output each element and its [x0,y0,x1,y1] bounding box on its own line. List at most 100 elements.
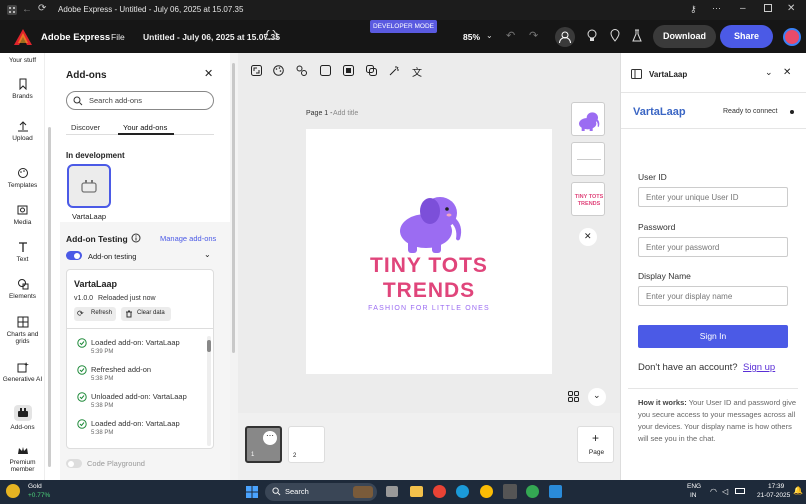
info-icon[interactable] [131,233,141,243]
document-title[interactable]: Untitled - July 06, 2025 at 15.07.35 [143,32,280,42]
frame-icon[interactable] [343,65,354,76]
password-field[interactable]: Enter your password [638,237,788,257]
download-button[interactable]: Download [653,25,716,48]
chrome-alt-icon[interactable] [526,485,539,498]
taskbar-search[interactable]: Search [265,483,377,501]
minimize-icon[interactable]: – [740,3,746,14]
collapse-chevron-icon[interactable]: ⌄ [204,250,211,259]
code-playground-toggle[interactable] [66,459,82,468]
square-icon[interactable] [320,65,331,76]
app-menu-icon[interactable] [6,4,18,16]
thumbnail-elephant[interactable] [571,102,605,136]
clock-time[interactable]: 17:39 [768,483,784,490]
card-divider [67,328,213,329]
clear-data-button[interactable]: Clear data [121,307,171,321]
rail-text[interactable]: Text [0,241,45,263]
panel-scrollbar[interactable] [48,127,51,467]
more-icon[interactable]: ⋯ [712,3,721,14]
back-icon[interactable]: ← [22,4,32,15]
add-title-link[interactable]: Add title [333,110,358,117]
templates-icon [17,168,28,178]
rail-charts-and-grids[interactable]: Charts and grids [0,316,45,345]
window-title-bar: ← ⟳ Adobe Express - Untitled - July 06, … [0,0,806,20]
notification-bell-icon[interactable]: 🔔 [793,486,803,495]
chrome-icon[interactable] [433,485,446,498]
maximize-icon[interactable] [764,4,772,12]
volume-icon[interactable]: ◁ [722,487,728,496]
adobe-express-taskbar-icon[interactable] [503,484,517,499]
gold-label[interactable]: Gold [28,483,42,490]
zoom-chevron-icon[interactable]: ⌄ [486,31,493,40]
addon-tile-vartalaap[interactable] [67,164,111,208]
rail-add-ons[interactable]: Add-ons [0,405,45,431]
lang-code[interactable]: ENG [687,483,701,490]
thumbnail-text[interactable]: TINY TOTS TRENDS [571,182,605,216]
close-panel-icon[interactable]: ✕ [204,67,213,80]
clock-date: 21-07-2025 [757,492,791,499]
reload-icon[interactable]: ⟳ [38,3,46,14]
battery-icon[interactable] [735,488,745,494]
invite-user-icon[interactable] [555,27,575,47]
undo-icon[interactable]: ↶ [506,29,515,42]
rail-media[interactable]: Media [0,204,45,226]
refresh-button[interactable]: ⟳ Refresh [74,307,116,321]
tab-discover[interactable]: Discover [71,123,100,132]
palette-icon[interactable] [273,65,284,76]
panel-divider[interactable] [230,53,238,480]
translate-icon[interactable]: 文 [412,64,422,79]
gold-widget-icon[interactable] [6,484,20,498]
rail-your-stuff[interactable]: Your stuff [0,57,45,64]
flask-icon[interactable] [632,29,642,42]
lightbulb-icon[interactable] [587,29,597,42]
avatar[interactable] [783,28,801,46]
rail-templates[interactable]: Templates [0,167,45,189]
developer-mode-badge[interactable]: DEVELOPER MODE [370,20,437,33]
refresh-icon: ⟳ [77,309,84,318]
page-1[interactable]: TINY TOTS TRENDS FASHION FOR LITTLE ONES [306,129,552,374]
close-thumbnails-button[interactable]: ✕ [579,228,597,246]
share-button[interactable]: Share [720,25,773,48]
search-addons-input[interactable]: Search add-ons [66,91,214,110]
resize-icon[interactable] [251,65,262,76]
addon-panel-chevron-icon[interactable]: ⌄ [765,67,773,78]
redo-icon[interactable]: ↷ [529,29,538,42]
file-menu[interactable]: File [111,32,125,42]
grid-view-icon[interactable] [568,391,579,402]
file-explorer-icon[interactable] [410,486,423,497]
rail-upload[interactable]: Upload [0,120,45,142]
rail-brands[interactable]: Brands [0,78,45,100]
magic-icon[interactable] [389,65,400,76]
rail-elements[interactable]: Elements [0,278,45,300]
edge-icon[interactable] [456,485,469,498]
user-id-field[interactable]: Enter your unique User ID [638,187,788,207]
rail-generative-ai[interactable]: Generative AI [0,361,45,383]
start-icon[interactable] [246,486,258,498]
addon-panel-close-icon[interactable]: ✕ [783,67,791,78]
page-more-icon[interactable]: ⋯ [263,431,277,445]
log-scrollbar[interactable] [207,336,211,446]
key-icon[interactable]: ⚷ [690,4,697,15]
testing-toggle[interactable] [66,251,82,260]
vscode-icon[interactable] [549,485,562,498]
shapes-icon[interactable] [296,65,307,76]
close-window-icon[interactable]: ✕ [787,3,795,14]
layers-icon[interactable] [366,65,377,76]
wifi-icon[interactable]: ◠ [710,487,717,496]
task-view-icon[interactable] [386,486,398,497]
scroll-down-button[interactable]: ⌄ [588,388,606,406]
location-pin-icon[interactable] [610,29,620,42]
display-name-field[interactable]: Enter your display name [638,286,788,306]
adobe-logo-icon[interactable] [14,29,32,45]
thumbnail-blank[interactable] [571,142,605,176]
page-thumb-1[interactable]: ⋯ 1 [245,426,282,463]
tab-your-add-ons[interactable]: Your add-ons [123,123,167,132]
addon-plug-icon [81,180,97,193]
chrome-profile-icon[interactable] [480,485,493,498]
sign-up-link[interactable]: Sign up [743,362,775,373]
add-page-button[interactable]: + Page [577,426,614,463]
rail-premium[interactable]: Premium member [0,446,45,473]
sign-in-button[interactable]: Sign In [638,325,788,348]
zoom-level[interactable]: 85% [463,32,480,42]
manage-add-ons-link[interactable]: Manage add-ons [160,234,216,243]
page-thumb-2[interactable]: 2 [288,426,325,463]
